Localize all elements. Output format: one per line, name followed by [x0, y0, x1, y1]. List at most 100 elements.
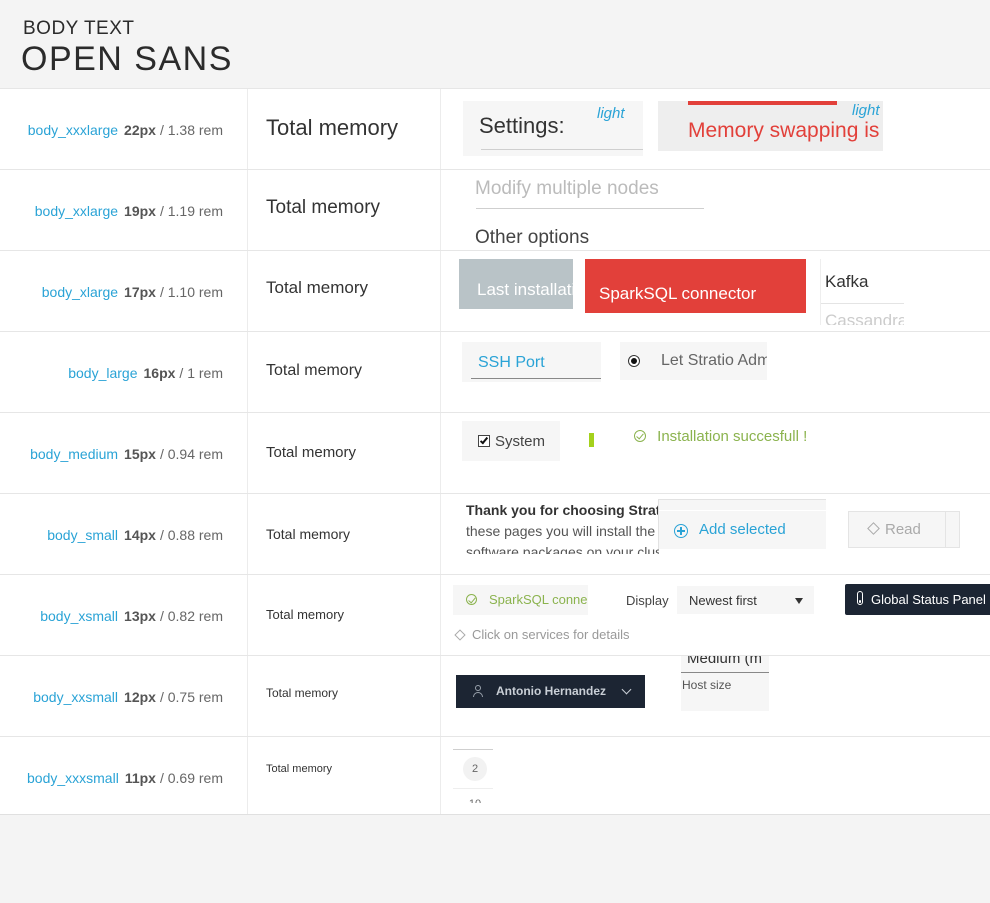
style-name: body_xsmall	[40, 607, 119, 624]
system-checkbox[interactable]: System	[462, 421, 560, 461]
table-row: body_xxxlarge 22px / 1.38 rem Total memo…	[0, 89, 990, 170]
checkbox-icon[interactable]	[478, 435, 490, 447]
user-name: Antonio Hernandez	[496, 684, 606, 698]
typography-table: body_xxxlarge 22px / 1.38 rem Total memo…	[0, 88, 990, 815]
list-item-kafka[interactable]: Kafka	[825, 272, 868, 292]
style-name: body_small	[47, 526, 119, 543]
sparksql-connector-label: SparkSQL connector	[599, 284, 757, 303]
tag-icon	[867, 522, 880, 535]
host-size-value: Medium (m	[687, 656, 763, 667]
add-selected-label: Add selected	[699, 521, 786, 538]
service-status-chip[interactable]: SparkSQL connector	[453, 585, 588, 615]
style-px: 13px	[124, 607, 156, 624]
separator: /	[159, 202, 164, 219]
table-row: body_xxsmall 12px / 0.75 rem Total memor…	[0, 656, 990, 737]
spec-cell: body_medium 15px / 0.94 rem	[30, 413, 223, 494]
status-indicator	[589, 433, 594, 447]
spec-cell: body_xsmall 13px / 0.82 rem	[40, 575, 223, 656]
ssh-port-field[interactable]: SSH Port	[462, 342, 601, 382]
underline	[471, 378, 601, 379]
radio-label: Let Stratio Admin	[661, 352, 767, 369]
style-px: 17px	[124, 283, 156, 300]
sample-text: Total memory	[266, 526, 351, 542]
table-row: body_large 16px / 1 rem Total memory SSH…	[0, 332, 990, 413]
thermometer-icon	[857, 591, 863, 605]
read-button[interactable]: Read	[848, 511, 960, 548]
underline	[681, 672, 769, 673]
read-label: Read	[885, 521, 921, 538]
host-size-field[interactable]: Medium (m Host size	[681, 656, 769, 711]
sample-text: Total memory	[266, 278, 369, 297]
welcome-line: software packages on your cluster	[466, 544, 659, 554]
welcome-heading: Thank you for choosing Stratio	[466, 502, 659, 518]
list-item-cassandra[interactable]: Cassandra	[825, 311, 904, 325]
table-row: body_medium 15px / 0.94 rem Total memory…	[0, 413, 990, 494]
checkbox-label: System	[495, 433, 546, 450]
other-options-label: Other options	[475, 227, 590, 248]
alert-bar	[688, 101, 837, 105]
table-row: body_xsmall 13px / 0.82 rem Total memory…	[0, 575, 990, 656]
style-rem: 1 rem	[187, 364, 223, 381]
memory-swapping-alert: Memory swapping is light	[658, 101, 883, 151]
radio-icon[interactable]	[628, 355, 640, 367]
style-px: 22px	[124, 121, 156, 138]
table-row: body_small 14px / 0.88 rem Total memory …	[0, 494, 990, 575]
style-px: 12px	[124, 688, 156, 705]
memory-swapping-text: Memory swapping is	[688, 119, 880, 142]
style-name: body_xxsmall	[33, 688, 119, 705]
style-name: body_large	[68, 364, 138, 381]
user-icon	[473, 685, 483, 697]
service-status-label: SparkSQL connector	[489, 592, 588, 607]
spec-cell: body_small 14px / 0.88 rem	[47, 494, 223, 575]
spec-cell: body_xxlarge 19px / 1.19 rem	[35, 170, 223, 251]
radio-option[interactable]: Let Stratio Admin	[620, 342, 767, 380]
settings-box: Settings: light	[463, 101, 643, 156]
style-px: 14px	[124, 526, 156, 543]
welcome-paragraph: Thank you for choosing Stratio these pag…	[466, 500, 659, 554]
separator: /	[159, 445, 164, 462]
installation-success: Installation succesfull !	[634, 427, 824, 449]
style-name: body_xxxsmall	[27, 769, 119, 786]
page-item[interactable]: 2	[463, 757, 487, 781]
spec-cell: body_xxxsmall 11px / 0.69 rem	[27, 737, 223, 818]
modify-nodes-placeholder: Modify multiple nodes	[475, 178, 659, 199]
global-status-panel-button[interactable]: Global Status Panel	[845, 584, 990, 615]
pin-icon	[454, 629, 466, 641]
host-size-label: Host size	[682, 678, 732, 692]
spec-cell: body_xxsmall 12px / 0.75 rem	[33, 656, 223, 737]
separator: /	[159, 607, 164, 624]
style-px: 11px	[124, 769, 156, 786]
last-installation-button[interactable]: Last installation	[459, 259, 573, 309]
separator: /	[159, 769, 164, 786]
spec-cell: body_xlarge 17px / 1.10 rem	[42, 251, 223, 332]
separator: /	[179, 364, 184, 381]
divider	[821, 303, 904, 304]
table-row: body_xlarge 17px / 1.10 rem Total memory…	[0, 251, 990, 332]
style-px: 19px	[124, 202, 156, 219]
display-label: Display	[626, 593, 669, 608]
sample-text: Total memory	[266, 115, 399, 140]
caret-down-icon	[795, 598, 803, 604]
click-services-hint: Click on services for details	[454, 627, 630, 642]
add-selected-button[interactable]: Add selected	[658, 499, 826, 549]
header-subtitle: BODY TEXT	[23, 18, 135, 39]
light-tag: light	[597, 105, 625, 122]
service-list: Kafka Cassandra	[820, 259, 904, 325]
page-item[interactable]: 10	[463, 792, 487, 803]
sparksql-connector-button[interactable]: SparkSQL connector	[585, 259, 806, 313]
header-title: OPEN SANS	[21, 40, 233, 78]
user-menu-button[interactable]: Antonio Hernandez	[456, 675, 645, 708]
spec-cell: body_large 16px / 1 rem	[68, 332, 223, 413]
settings-label: Settings:	[479, 113, 565, 138]
separator: /	[159, 688, 164, 705]
last-installation-label: Last installation	[477, 280, 573, 299]
hint-text: Click on services for details	[472, 627, 630, 642]
style-rem: 1.19 rem	[167, 202, 223, 219]
modify-nodes-field[interactable]: Modify multiple nodes Other options	[470, 170, 710, 250]
style-rem: 0.82 rem	[167, 607, 223, 624]
table-row: body_xxlarge 19px / 1.19 rem Total memor…	[0, 170, 990, 251]
separator: /	[159, 121, 164, 138]
sort-select[interactable]: Newest first	[677, 586, 814, 614]
light-tag: light	[852, 102, 880, 119]
style-name: body_xxlarge	[34, 202, 119, 219]
